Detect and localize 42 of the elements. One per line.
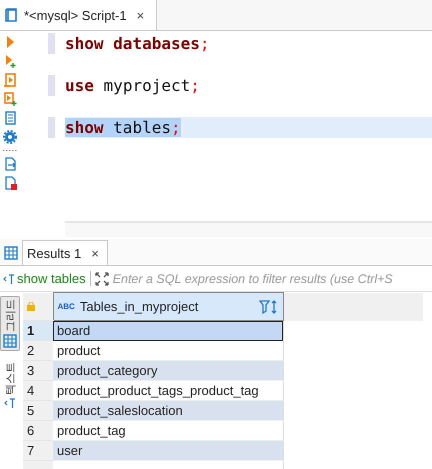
- view-mode-toggle[interactable]: 그리드: [0, 296, 20, 351]
- script-play-icon[interactable]: [3, 73, 17, 87]
- tab-title: Results 1: [27, 246, 82, 260]
- row-number: 7: [23, 440, 53, 460]
- row-number: 4: [23, 380, 53, 400]
- filter-input[interactable]: Enter a SQL expression to filter results (use Ctrl+S: [112, 272, 432, 286]
- table-cell[interactable]: board: [53, 320, 283, 340]
- type-label: ABC: [58, 302, 75, 311]
- export-icon[interactable]: [3, 157, 17, 171]
- column-title: Tables_in_myproject: [80, 299, 200, 314]
- row-number: 5: [23, 400, 53, 420]
- results-tab[interactable]: Results 1 ×: [22, 240, 108, 265]
- document-list-icon[interactable]: [3, 111, 17, 125]
- column-header[interactable]: ABC Tables_in_myproject: [53, 292, 283, 320]
- editor-tab[interactable]: *<mysql> Script-1 ×: [0, 0, 158, 30]
- table-cell[interactable]: product_category: [53, 360, 283, 380]
- script-play-plus-icon[interactable]: [3, 92, 17, 106]
- grid-icon: [3, 334, 17, 348]
- view-mode-toggle[interactable]: 텍스트: [0, 359, 20, 412]
- row-number: 3: [23, 360, 53, 380]
- document-error-icon[interactable]: [3, 176, 17, 190]
- text-cursor-icon: [4, 397, 16, 409]
- row-number: 1: [23, 320, 53, 340]
- query-link[interactable]: show tables: [3, 271, 91, 286]
- code-line: show databases;: [65, 33, 432, 54]
- dotted-separator: [3, 149, 17, 152]
- grid-icon: [4, 246, 18, 260]
- row-number: 6: [23, 420, 53, 440]
- code-line: use myproject;: [65, 75, 432, 96]
- script-icon: [4, 7, 18, 23]
- text-cursor-icon: [3, 272, 15, 284]
- filter-sort-icon[interactable]: [258, 300, 278, 314]
- close-icon[interactable]: ×: [87, 246, 103, 260]
- table-cell[interactable]: product_saleslocation: [53, 400, 283, 420]
- table-cell[interactable]: user: [53, 440, 283, 460]
- row-number: 2: [23, 340, 53, 360]
- settings-icon[interactable]: [3, 130, 17, 144]
- close-icon[interactable]: ×: [132, 8, 148, 22]
- lock-icon: [27, 302, 35, 311]
- play-plus-icon[interactable]: [3, 54, 17, 68]
- tab-title: *<mysql> Script-1: [24, 8, 127, 22]
- expand-icon[interactable]: [94, 272, 109, 286]
